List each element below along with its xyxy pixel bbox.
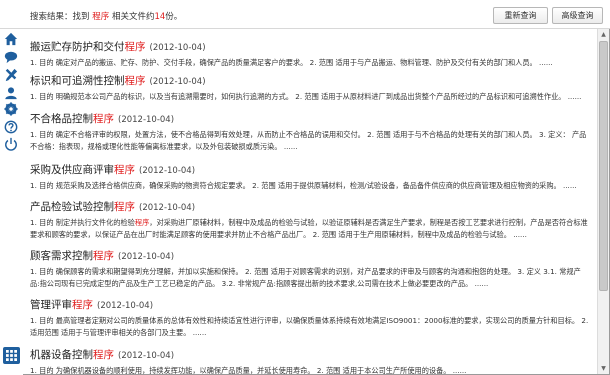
result-title[interactable]: 不合格品控制程序 (2012-10-04) <box>30 112 590 127</box>
result-title[interactable]: 产品检验试验控制程序 (2012-10-04) <box>30 200 590 215</box>
results-list: 搬运贮存防护和交付程序 (2012-10-04) 1. 目的 确定对产品的搬运、贮… <box>30 30 594 375</box>
vertical-scrollbar[interactable]: ▲ ▼ <box>597 29 609 374</box>
requery-button[interactable]: 重新查询 <box>493 7 548 24</box>
result-description: 1. 目的 为确保机器设备的顺利使用，持续发挥功能，以确保产品质量，并延长使用寿… <box>30 366 467 375</box>
scroll-thumb[interactable] <box>599 41 608 291</box>
result-description: 1. 目的 最高管理者定期对公司的质量体系的总体有效性和持续适宜性进行评审，以确… <box>30 316 589 337</box>
advanced-query-button[interactable]: 高级查询 <box>552 7 603 24</box>
result-description: 1. 目的 确保顾客的需求和期望得到充分理解，并加以实施和保持。 2. 范围 适… <box>30 267 581 288</box>
chat-icon[interactable] <box>3 49 19 65</box>
result-title[interactable]: 管理评审程序 (2012-10-04) <box>30 298 590 313</box>
search-header: 搜索结果：找到 程序 相关文件约14份。 重新查询 高级查询 <box>0 0 610 29</box>
summary-prefix: 搜索结果：找到 <box>30 12 90 22</box>
result-title[interactable]: 搬运贮存防护和交付程序 (2012-10-04) <box>30 40 590 55</box>
result-description: 1. 目的 明确规范本公司产品的标识，以及当有追溯需要时，如何执行追溯的方式。 … <box>30 92 582 101</box>
summary-keyword: 程序 <box>92 12 110 22</box>
result-title[interactable]: 顾客需求控制程序 (2012-10-04) <box>30 249 590 264</box>
search-summary: 搜索结果：找到 程序 相关文件约14份。 <box>30 10 182 22</box>
result-title[interactable]: 标识和可追溯性控制程序 (2012-10-04) <box>30 74 590 89</box>
result-description: 1. 目的 确定不合格评审的权限，处置方法，使不合格品得到有效处理，从而防止不合… <box>30 130 587 151</box>
result-item: 标识和可追溯性控制程序 (2012-10-04) 1. 目的 明确规范本公司产品的… <box>30 74 590 103</box>
result-description: 1. 目的 确定对产品的搬运、贮存、防护、交付手段，确保产品的质量满足客户的要求… <box>30 58 553 67</box>
result-item: 搬运贮存防护和交付程序 (2012-10-04) 1. 目的 确定对产品的搬运、贮… <box>30 40 590 69</box>
scroll-down-icon[interactable]: ▼ <box>598 363 609 374</box>
home-icon[interactable] <box>3 31 19 47</box>
tools-icon[interactable] <box>3 67 19 83</box>
scroll-up-icon[interactable]: ▲ <box>598 29 609 40</box>
summary-count: 14 <box>154 12 166 22</box>
result-item: 管理评审程序 (2012-10-04) 1. 目的 最高管理者定期对公司的质量体系… <box>30 298 590 339</box>
gear-icon[interactable] <box>3 101 19 117</box>
result-item: 采购及供应商评审程序 (2012-10-04) 1. 目的 规范采购及选择合格供应… <box>30 163 590 192</box>
help-icon[interactable] <box>3 119 19 135</box>
result-title[interactable]: 机器设备控制程序 (2012-10-04) <box>30 348 590 363</box>
summary-mid: 相关文件约 <box>111 12 155 22</box>
result-description: 1. 目的 规范采购及选择合格供应商，确保采购的物资符合规定要求。 2. 范围 … <box>30 181 577 190</box>
result-description: 1. 目的 制定并执行文件化的检验程序，对采购进厂原辅材料，制程中及成品的检验与… <box>30 218 588 239</box>
power-icon[interactable] <box>3 136 19 152</box>
summary-suffix: 份。 <box>165 12 183 22</box>
result-item: 顾客需求控制程序 (2012-10-04) 1. 目的 确保顾客的需求和期望得到充… <box>30 249 590 290</box>
result-item: 不合格品控制程序 (2012-10-04) 1. 目的 确定不合格评审的权限，处置… <box>30 112 590 153</box>
result-title[interactable]: 采购及供应商评审程序 (2012-10-04) <box>30 163 590 178</box>
sidebar <box>0 29 23 375</box>
result-item: 产品检验试验控制程序 (2012-10-04) 1. 目的 制定并执行文件化的检验… <box>30 200 590 241</box>
grid-menu-icon[interactable] <box>3 347 20 364</box>
result-item: 机器设备控制程序 (2012-10-04) 1. 目的 为确保机器设备的顺利使用，… <box>30 348 590 375</box>
user-icon[interactable] <box>3 85 19 101</box>
